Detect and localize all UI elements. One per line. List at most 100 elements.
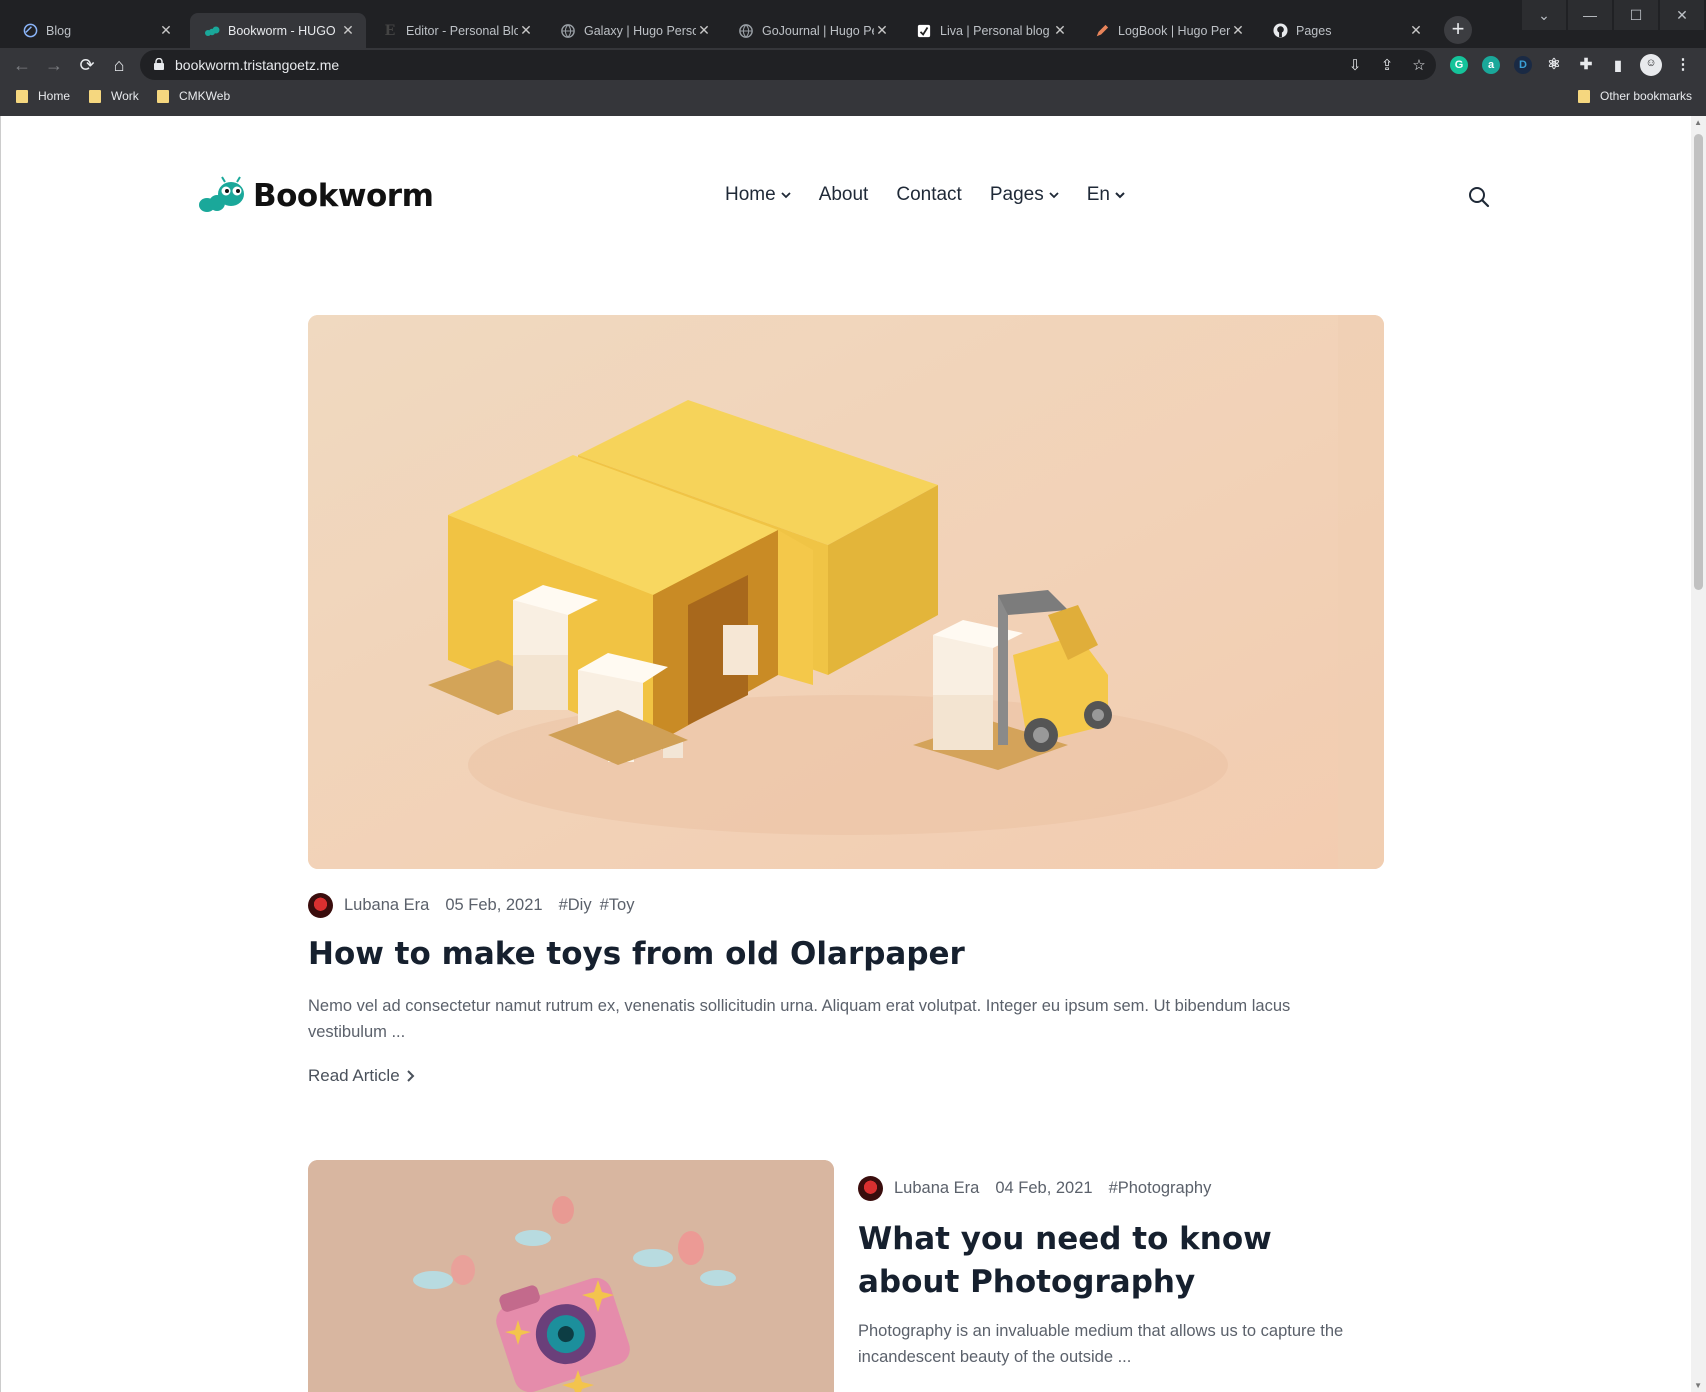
post-author[interactable]: Lubana Era — [344, 896, 429, 915]
forward-icon[interactable]: → — [42, 54, 66, 78]
close-icon[interactable]: ✕ — [1408, 22, 1424, 39]
bookmark-star-icon[interactable]: ☆ — [1410, 57, 1428, 75]
grammarly-icon[interactable]: G — [1450, 56, 1468, 74]
other-bookmarks[interactable]: Other bookmarks — [1578, 89, 1692, 103]
folder-icon — [157, 89, 169, 103]
tab-title: Liva | Personal blog te — [940, 23, 1052, 38]
bookmark-home[interactable]: Home — [16, 89, 70, 103]
scroll-down-icon[interactable]: ▼ — [1694, 1381, 1702, 1390]
react-devtools-icon[interactable]: ⚛ — [1545, 56, 1563, 74]
globe-icon — [738, 23, 754, 39]
nav-pages[interactable]: Pages — [990, 184, 1059, 206]
liva-icon — [916, 23, 932, 39]
scrollbar-thumb[interactable] — [1694, 134, 1703, 590]
logo-text: Bookworm — [253, 178, 434, 214]
tab-title: Editor - Personal Blog — [406, 23, 518, 38]
folder-icon — [89, 89, 101, 103]
close-icon[interactable]: ✕ — [874, 22, 890, 39]
extensions-icon[interactable]: ✚ — [1577, 56, 1595, 74]
post-tag[interactable]: #Photography — [1109, 1179, 1212, 1198]
bookmark-cmkweb[interactable]: CMKWeb — [157, 89, 230, 103]
chevron-down-icon — [1049, 192, 1059, 199]
tab-title: Galaxy | Hugo Person — [584, 23, 696, 38]
post-author[interactable]: Lubana Era — [894, 1179, 979, 1198]
tab-strip: Blog ✕ Bookworm - HUGO Bl ✕ E Editor - P… — [0, 0, 1706, 48]
author-avatar — [858, 1176, 883, 1201]
chevron-down-icon — [781, 192, 791, 199]
nav-language[interactable]: En — [1087, 184, 1125, 206]
close-icon[interactable]: ✕ — [518, 22, 534, 39]
extension-d-icon[interactable]: D — [1514, 56, 1532, 74]
shipping-containers-illustration — [308, 315, 1384, 869]
bookmark-work[interactable]: Work — [89, 89, 139, 103]
reload-icon[interactable]: ⟳ — [75, 54, 99, 78]
side-panel-icon[interactable]: ▮ — [1609, 56, 1627, 74]
pen-icon — [1094, 23, 1110, 39]
bookmarks-bar: Home Work CMKWeb Other bookmarks — [0, 84, 1706, 112]
new-tab-button[interactable]: + — [1444, 16, 1472, 44]
profile-avatar[interactable]: ☺ — [1640, 54, 1662, 76]
tab-editor[interactable]: E Editor - Personal Blog ✕ — [368, 13, 544, 48]
close-icon[interactable]: ✕ — [1230, 22, 1246, 39]
author-avatar — [308, 893, 333, 918]
tab-title: LogBook | Hugo Pers — [1118, 23, 1230, 38]
tab-bookworm[interactable]: Bookworm - HUGO Bl ✕ — [190, 13, 366, 48]
tab-galaxy[interactable]: Galaxy | Hugo Person ✕ — [546, 13, 722, 48]
tab-search-icon[interactable]: ⌄ — [1522, 0, 1566, 30]
post-1-image[interactable] — [308, 315, 1384, 869]
tab-logbook[interactable]: LogBook | Hugo Pers ✕ — [1080, 13, 1256, 48]
tab-title: GoJournal | Hugo Per — [762, 23, 874, 38]
editor-icon: E — [384, 22, 396, 39]
menu-icon[interactable]: ⋮ — [1674, 56, 1692, 74]
post-2-meta: Lubana Era 04 Feb, 2021 #Photography — [858, 1176, 1211, 1201]
github-icon — [1272, 23, 1288, 39]
lock-icon — [154, 58, 164, 70]
close-icon[interactable]: ✕ — [1052, 22, 1068, 39]
post-2-excerpt: Photography is an invaluable medium that… — [858, 1322, 1344, 1366]
post-1-excerpt: Nemo vel ad consectetur namut rutrum ex,… — [308, 997, 1291, 1041]
scroll-up-icon[interactable]: ▲ — [1694, 118, 1702, 127]
maximize-icon[interactable]: ☐ — [1614, 0, 1658, 30]
page-viewport: Bookworm Home About Contact Pages En Lub… — [0, 116, 1706, 1392]
browser-toolbar: ← → ⟳ ⌂ bookworm.tristangoetz.me ⇩ ⇪ ☆ G… — [0, 48, 1706, 82]
blog-icon — [22, 23, 38, 39]
tab-title: Bookworm - HUGO Bl — [228, 23, 340, 38]
extension-a-icon[interactable]: a — [1482, 56, 1500, 74]
post-1-meta: Lubana Era 05 Feb, 2021 #Diy #Toy — [308, 893, 634, 918]
address-bar[interactable]: bookworm.tristangoetz.me ⇩ ⇪ ☆ — [140, 50, 1436, 80]
install-icon[interactable]: ⇩ — [1346, 57, 1364, 75]
read-article-link[interactable]: Read Article — [308, 1066, 415, 1086]
camera-balloons-illustration — [308, 1160, 834, 1392]
post-date: 04 Feb, 2021 — [995, 1179, 1093, 1197]
search-icon[interactable] — [1468, 186, 1490, 208]
tab-liva[interactable]: Liva | Personal blog te ✕ — [902, 13, 1078, 48]
close-icon[interactable]: ✕ — [340, 22, 356, 39]
post-2-title[interactable]: What you need to know about Photography — [858, 1218, 1358, 1304]
nav-about[interactable]: About — [819, 184, 869, 206]
nav-home[interactable]: Home — [725, 184, 791, 206]
nav-contact[interactable]: Contact — [896, 184, 961, 206]
tab-gojournal[interactable]: GoJournal | Hugo Per ✕ — [724, 13, 900, 48]
bookworm-icon — [199, 176, 244, 212]
main-nav: Home About Contact Pages En — [725, 184, 1153, 206]
site-logo[interactable]: Bookworm — [197, 176, 434, 216]
url-text: bookworm.tristangoetz.me — [175, 57, 340, 73]
back-icon[interactable]: ← — [10, 54, 34, 78]
minimize-icon[interactable]: — — [1568, 0, 1612, 30]
post-1-title[interactable]: How to make toys from old Olarpaper — [308, 936, 965, 972]
chevron-right-icon — [406, 1070, 415, 1082]
post-tag[interactable]: #Toy — [600, 896, 635, 915]
site-header: Bookworm Home About Contact Pages En — [1, 116, 1692, 286]
close-icon[interactable]: ✕ — [158, 22, 174, 39]
window-close-icon[interactable]: ✕ — [1660, 0, 1704, 30]
post-2-image[interactable] — [308, 1160, 834, 1392]
post-tag[interactable]: #Diy — [559, 896, 592, 915]
browser-chrome: Blog ✕ Bookworm - HUGO Bl ✕ E Editor - P… — [0, 0, 1706, 116]
tab-pages[interactable]: Pages ✕ — [1258, 13, 1434, 48]
page-scrollbar[interactable]: ▲ ▼ — [1691, 116, 1706, 1392]
close-icon[interactable]: ✕ — [696, 22, 712, 39]
share-icon[interactable]: ⇪ — [1378, 57, 1396, 75]
home-icon[interactable]: ⌂ — [107, 54, 131, 78]
post-date: 05 Feb, 2021 — [445, 896, 543, 914]
tab-blog[interactable]: Blog ✕ — [8, 13, 184, 48]
